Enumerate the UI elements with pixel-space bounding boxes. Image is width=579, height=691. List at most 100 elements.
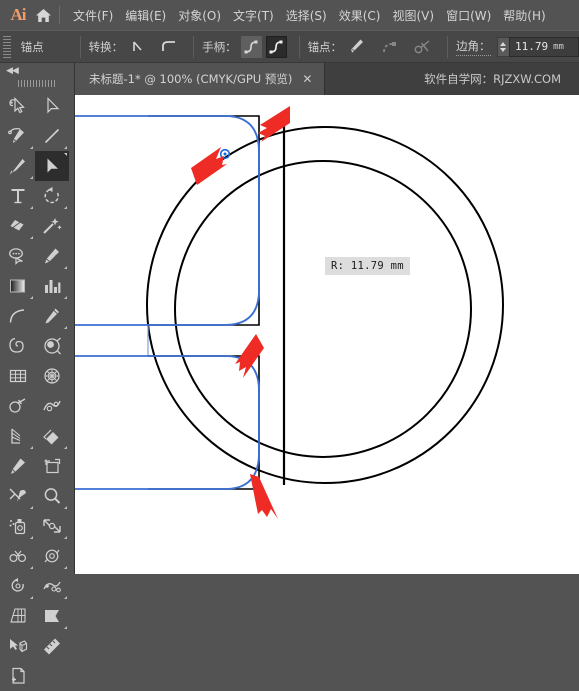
tool-expand-corner-icon	[64, 266, 67, 269]
control-divider-1	[79, 35, 81, 58]
puppet-warp-tool[interactable]	[35, 571, 69, 601]
menu-help[interactable]: 帮助(H)	[497, 5, 551, 26]
shape-builder-tool[interactable]	[1, 391, 35, 421]
tool-expand-corner-icon	[30, 596, 33, 599]
blend-tool[interactable]	[1, 421, 35, 451]
artboard-tool[interactable]	[35, 451, 69, 481]
selected-rounded-bottom-path[interactable]	[75, 355, 260, 490]
menu-edit[interactable]: 编辑(E)	[119, 5, 172, 26]
arc-tool[interactable]	[1, 301, 35, 331]
control-divider-3	[298, 35, 300, 58]
menu-object[interactable]: 对象(O)	[172, 5, 227, 26]
free-transform-tool[interactable]	[35, 541, 69, 571]
line-segment-tool[interactable]	[35, 121, 69, 151]
tool-expand-corner-icon	[30, 566, 33, 569]
arrow-top-corner	[258, 106, 290, 142]
tool-expand-corner-icon	[64, 626, 67, 629]
corner-radius-value: 11.79	[515, 40, 549, 53]
new-artboard-tool[interactable]	[1, 661, 35, 691]
warp-tool[interactable]	[1, 541, 35, 571]
tool-expand-corner-icon	[30, 506, 33, 509]
live-paint-bucket-tool[interactable]	[35, 421, 69, 451]
scissors-tool[interactable]	[1, 481, 35, 511]
tool-expand-corner-icon	[64, 146, 67, 149]
rotate-tool[interactable]	[35, 181, 69, 211]
document-tab[interactable]: 未标题-1* @ 100% (CMYK/GPU 预览) ✕	[75, 63, 326, 95]
app-logo: Ai	[10, 5, 27, 24]
menu-view[interactable]: 视图(V)	[386, 5, 440, 26]
inner-circle-path[interactable]	[174, 160, 472, 458]
close-icon[interactable]: ✕	[300, 73, 314, 85]
tool-expand-corner-icon	[64, 206, 67, 209]
convert-label: 转换：	[88, 39, 124, 54]
control-context-label: 锚点	[20, 39, 44, 54]
rotate-view-tool[interactable]	[1, 571, 35, 601]
magic-wand-tool[interactable]	[35, 211, 69, 241]
paintbrush-tool[interactable]	[1, 151, 35, 181]
convert-to-smooth-icon[interactable]	[158, 36, 179, 58]
show-handles-icon[interactable]	[240, 35, 262, 58]
menu-type[interactable]: 文字(T)	[227, 5, 280, 26]
pencil-tool[interactable]	[35, 241, 69, 271]
direct-selection-tool[interactable]	[35, 151, 69, 181]
tool-expand-corner-icon	[30, 236, 33, 239]
menu-bar: Ai 文件(F) 编辑(E) 对象(O) 文字(T) 选择(S) 效果(C) 视…	[0, 0, 579, 30]
menu-select[interactable]: 选择(S)	[280, 5, 333, 26]
artboard-canvas[interactable]: R: 11.79 mm	[75, 95, 579, 574]
measure-tool[interactable]	[35, 631, 69, 661]
stepper-up-icon[interactable]	[500, 41, 507, 46]
menu-file[interactable]: 文件(F)	[67, 5, 119, 26]
double-chevron-left-icon: ◀◀	[6, 64, 19, 75]
tools-panel-grip[interactable]	[18, 80, 56, 87]
blob-brush-tool[interactable]	[35, 331, 69, 361]
menu-window[interactable]: 窗口(W)	[440, 5, 497, 26]
home-icon[interactable]	[30, 0, 56, 30]
corner-radius-input[interactable]: 11.79 mm	[509, 36, 579, 57]
tool-expand-corner-icon	[64, 296, 67, 299]
tool-expand-corner-icon	[30, 536, 33, 539]
menu-effect[interactable]: 效果(C)	[333, 5, 387, 26]
lasso-tool[interactable]	[1, 241, 35, 271]
polar-grid-tool[interactable]	[35, 361, 69, 391]
spiral-tool[interactable]	[1, 331, 35, 361]
corner-stepper[interactable]	[496, 36, 510, 57]
handles-label: 手柄：	[202, 39, 237, 54]
pen-tool[interactable]	[1, 121, 35, 151]
eraser-tool[interactable]	[1, 211, 35, 241]
hide-handles-icon[interactable]	[265, 35, 287, 58]
control-divider-2	[193, 35, 195, 58]
tool-expand-corner-icon	[64, 153, 67, 156]
corner-label[interactable]: 边角：	[456, 38, 491, 56]
selection-tool[interactable]	[1, 91, 35, 121]
scale-tool[interactable]	[35, 511, 69, 541]
symbol-sprayer-tool[interactable]	[1, 511, 35, 541]
control-bar-grip[interactable]	[3, 35, 11, 58]
remove-anchor-icon[interactable]	[379, 36, 400, 58]
convert-to-corner-icon[interactable]	[127, 36, 148, 58]
tool-expand-corner-icon	[30, 446, 33, 449]
zoom-tool[interactable]	[35, 481, 69, 511]
connect-anchor-icon[interactable]	[412, 36, 433, 58]
gradient-tool[interactable]	[1, 271, 35, 301]
column-graph-tool[interactable]	[35, 271, 69, 301]
slice-tool[interactable]	[35, 601, 69, 631]
width-tool[interactable]	[35, 391, 69, 421]
perspective-grid-tool[interactable]	[1, 601, 35, 631]
rectangular-grid-tool[interactable]	[1, 361, 35, 391]
tools-panel-collapse-button[interactable]: ◀◀	[0, 63, 74, 77]
anchor-label: 锚点：	[307, 39, 343, 54]
knife-tool[interactable]	[1, 451, 35, 481]
direct-selection-arrow-outline-tool[interactable]	[35, 91, 69, 121]
rect-bottom-guide-path[interactable]	[148, 355, 260, 490]
eyedropper-tool[interactable]	[35, 301, 69, 331]
document-tab-bar: 未标题-1* @ 100% (CMYK/GPU 预览) ✕ 软件自学网：RJZX…	[0, 63, 579, 95]
artwork-svg	[75, 106, 504, 519]
type-tool[interactable]	[1, 181, 35, 211]
tool-expand-corner-icon	[30, 296, 33, 299]
corner-radius-unit: mm	[553, 41, 564, 52]
selected-rounded-top-path[interactable]	[75, 115, 260, 326]
stepper-down-icon[interactable]	[500, 47, 507, 52]
pen-anchor-icon[interactable]	[346, 36, 367, 58]
perspective-selection-tool[interactable]	[1, 631, 35, 661]
tool-expand-corner-icon	[64, 536, 67, 539]
